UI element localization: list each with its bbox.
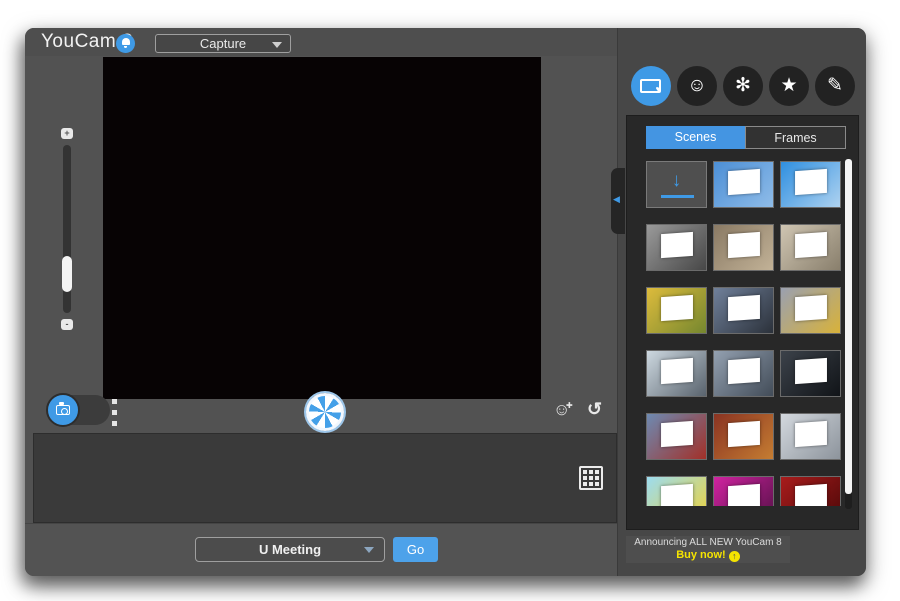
nav-draw-button[interactable]: ✎ <box>815 66 855 106</box>
scene-thumbnail-window-washers[interactable] <box>646 350 707 397</box>
scene-insert-area <box>795 295 827 321</box>
mode-dropdown-value: Capture <box>200 36 246 51</box>
effects-nav: ♥ ☺ ✻ ★ ✎ <box>618 66 866 108</box>
camera-icon <box>56 405 70 415</box>
more-options-button[interactable] <box>112 399 118 429</box>
scene-thumbnail-art-gallery[interactable] <box>780 224 841 271</box>
main-section: YouCam 8 Capture + - ☺ ✚ <box>25 28 617 576</box>
effects-panel: ◀ ♥☺✻★✎ Scenes Frames ↓ Announcing ALL N… <box>617 28 866 576</box>
scene-insert-area <box>795 421 827 447</box>
scene-insert-area <box>728 295 760 321</box>
scene-thumbnail-press-microphones[interactable] <box>713 350 774 397</box>
beautify-face-button[interactable]: ☺ ✚ <box>553 401 570 418</box>
bell-icon <box>122 38 130 45</box>
download-icon: ↓ <box>672 171 682 191</box>
announcement-banner: Announcing ALL NEW YouCam 8 Buy now! ↑ <box>626 536 790 563</box>
chevron-left-icon: ◀ <box>613 194 620 205</box>
rotate-button[interactable]: ↺ <box>587 399 602 419</box>
scene-thumbnail-hand-held-photo[interactable] <box>713 224 774 271</box>
download-more-scenes-button[interactable]: ↓ <box>646 161 707 208</box>
zoom-slider[interactable]: + - <box>59 128 75 330</box>
tab-frames[interactable]: Frames <box>745 126 846 149</box>
snapshot-shutter-button[interactable] <box>306 393 344 431</box>
scene-insert-area <box>728 169 760 195</box>
scene-insert-area <box>795 358 827 384</box>
avatars-icon: ★ <box>780 75 797 96</box>
scene-thumbnail-train-platform[interactable] <box>713 287 774 334</box>
scene-thumbnail-stage-screens[interactable] <box>780 350 841 397</box>
scene-thumbnail-hot-air-balloons[interactable] <box>780 161 841 208</box>
scenes-frames-tabs: Scenes Frames <box>646 126 846 149</box>
notification-bell-button[interactable] <box>116 34 135 53</box>
scene-insert-area <box>661 421 693 447</box>
scene-thumbnail-skyscraper-city[interactable] <box>780 413 841 460</box>
nav-avatars-button[interactable]: ★ <box>769 66 809 106</box>
chevron-down-icon <box>272 42 282 48</box>
webcam-video-preview <box>103 57 541 399</box>
scene-insert-area <box>661 484 693 506</box>
scene-thumbnail-london-bus-street[interactable] <box>646 413 707 460</box>
chevron-down-icon <box>364 547 374 553</box>
buy-now-link[interactable]: Buy now! ↑ <box>626 549 790 562</box>
zoom-out-button[interactable]: - <box>61 319 73 330</box>
scene-thumbnail-pink-concert[interactable] <box>713 476 774 506</box>
scene-insert-area <box>661 232 693 258</box>
nav-scenes-button[interactable]: ♥ <box>631 66 671 106</box>
gadgets-icon: ✻ <box>735 75 751 96</box>
emoticons-icon: ☺ <box>687 75 706 96</box>
app-launch-dropdown-value: U Meeting <box>259 542 321 557</box>
zoom-in-button[interactable]: + <box>61 128 73 139</box>
scene-thumbnail-autumn-painter[interactable] <box>646 287 707 334</box>
scene-thumbnail-romantic-red[interactable] <box>780 476 841 506</box>
rotate-icon: ↺ <box>587 399 602 419</box>
bottom-bar: U Meeting Go <box>25 523 617 576</box>
download-icon-bar <box>661 195 694 198</box>
draw-icon: ✎ <box>827 75 843 96</box>
scene-insert-area <box>795 484 827 506</box>
scene-thumbnails-grid: ↓ <box>646 161 842 506</box>
scenes-panel: Scenes Frames ↓ <box>626 115 859 530</box>
announcement-text: Announcing ALL NEW YouCam 8 <box>626 536 790 549</box>
tab-scenes[interactable]: Scenes <box>646 126 745 149</box>
scene-thumbnail-cartoon-celebration[interactable] <box>646 476 707 506</box>
media-gallery-strip <box>33 433 617 523</box>
scene-thumbnail-times-square-taxis[interactable] <box>780 287 841 334</box>
scene-insert-area <box>728 358 760 384</box>
youcam-window: YouCam 8 Capture + - ☺ ✚ <box>25 28 866 576</box>
gallery-grid-view-button[interactable] <box>579 466 603 490</box>
mode-dropdown[interactable]: Capture <box>155 34 291 53</box>
scene-thumbnail-grayscale-hall[interactable] <box>646 224 707 271</box>
scene-insert-area <box>728 421 760 447</box>
capture-controls-row: ☺ ✚ ↺ <box>25 399 617 433</box>
zoom-slider-handle[interactable] <box>62 256 72 292</box>
nav-emoticons-button[interactable]: ☺ <box>677 66 717 106</box>
scene-insert-area <box>795 232 827 258</box>
sparkle-icon: ✚ <box>566 397 573 414</box>
camera-toggle-knob[interactable] <box>46 393 80 427</box>
scene-insert-area <box>661 358 693 384</box>
scrollbar-thumb[interactable] <box>845 159 852 494</box>
scene-insert-area <box>795 169 827 195</box>
scene-thumbnail-billboard-blue-sky[interactable] <box>713 161 774 208</box>
scene-thumbnail-auditorium-screen[interactable] <box>713 413 774 460</box>
up-arrow-icon: ↑ <box>729 551 740 562</box>
scene-insert-area <box>661 295 693 321</box>
scene-insert-area <box>728 232 760 258</box>
scrollbar-track[interactable] <box>845 159 852 509</box>
camera-mode-toggle[interactable] <box>48 395 110 425</box>
scene-insert-area <box>728 484 760 506</box>
scenes-frame-icon: ♥ <box>640 79 661 93</box>
panel-collapse-tab[interactable]: ◀ <box>611 168 625 234</box>
app-launch-dropdown[interactable]: U Meeting <box>195 537 385 562</box>
nav-gadgets-button[interactable]: ✻ <box>723 66 763 106</box>
go-button[interactable]: Go <box>393 537 438 562</box>
